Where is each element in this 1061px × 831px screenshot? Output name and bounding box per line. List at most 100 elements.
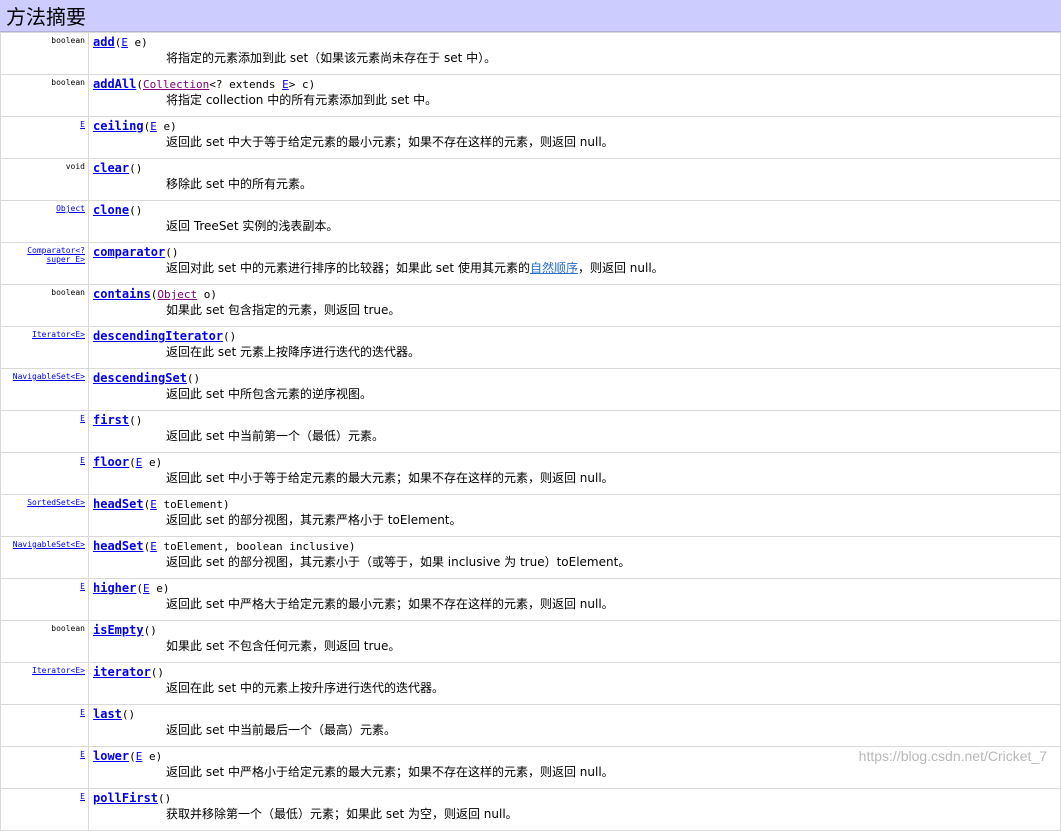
param-type-link[interactable]: Object (157, 288, 197, 301)
param-type-link[interactable]: E (150, 540, 157, 553)
return-type[interactable]: E (80, 120, 85, 129)
param-text: e) (127, 36, 148, 49)
paren: ( (129, 162, 136, 175)
table-row: Iterator<E> descendingIterator() 返回在此 set … (0, 326, 1061, 369)
method-name-link[interactable]: descendingIterator (93, 329, 223, 343)
description-text: 返回此 set 的部分视图，其元素小于（或等于，如果 inclusive 为 t… (166, 555, 631, 569)
method-signature: descendingIterator() (93, 329, 1060, 344)
return-type-cell: E (0, 704, 89, 747)
method-name-link[interactable]: descendingSet (93, 371, 187, 385)
param-text: ) (164, 792, 172, 805)
method-description: 返回此 set 中当前第一个（最低）元素。 (166, 428, 1060, 445)
param-type-link[interactable]: E (143, 582, 150, 595)
method-cell: higher(E e) 返回此 set 中严格大于给定元素的最小元素；如果不存在这… (88, 578, 1061, 621)
method-cell: clone() 返回 TreeSet 实例的浅表副本。 (88, 200, 1061, 243)
method-name-link[interactable]: ceiling (93, 119, 144, 133)
method-signature: pollFirst() (93, 791, 1060, 806)
method-name-link[interactable]: pollFirst (93, 791, 158, 805)
method-cell: last() 返回此 set 中当前最后一个（最高）元素。 (88, 704, 1061, 747)
return-type: boolean (51, 624, 85, 633)
param-type-link[interactable]: E (150, 120, 157, 133)
method-cell: headSet(E toElement) 返回此 set 的部分视图，其元素严格小… (88, 494, 1061, 537)
description-text: 返回此 set 的部分视图，其元素严格小于 toElement。 (166, 513, 462, 527)
return-type[interactable]: E (80, 456, 85, 465)
param-type-link[interactable]: E (150, 498, 157, 511)
return-type[interactable]: Iterator<E> (32, 666, 85, 675)
table-row: boolean isEmpty() 如果此 set 不包含任何元素，则返回 true… (0, 620, 1061, 663)
return-type[interactable]: NavigableSet<E> (13, 372, 85, 381)
return-type[interactable]: NavigableSet<E> (13, 540, 85, 549)
param-text: ) (128, 708, 136, 721)
return-type[interactable]: E (80, 708, 85, 717)
method-name-link[interactable]: clear (93, 161, 129, 175)
table-row: Eceiling(E e) 返回此 set 中大于等于给定元素的最小元素；如果不存… (0, 116, 1061, 159)
return-type[interactable]: E (80, 792, 85, 801)
description-text: 返回对此 set 中的元素进行排序的比较器；如果此 set 使用其元素的 (166, 261, 530, 275)
return-type-cell: Iterator<E> (0, 326, 89, 369)
natural-ordering-link[interactable]: 自然顺序 (530, 261, 578, 275)
method-description: 返回此 set 中当前最后一个（最高）元素。 (166, 722, 1060, 739)
method-name-link[interactable]: add (93, 35, 115, 49)
param-type-link[interactable]: Collection (143, 78, 209, 91)
method-name-link[interactable]: last (93, 707, 122, 721)
return-type-cell: E (0, 116, 89, 159)
method-name-link[interactable]: headSet (93, 497, 144, 511)
method-cell: iterator() 返回在此 set 中的元素上按升序进行迭代的迭代器。 (88, 662, 1061, 705)
method-name-link[interactable]: contains (93, 287, 151, 301)
method-name-link[interactable]: floor (93, 455, 129, 469)
method-signature: clear() (93, 161, 1060, 176)
return-type[interactable]: E (80, 750, 85, 759)
table-row: Efloor(E e) 返回此 set 中小于等于给定元素的最大元素；如果不存在这… (0, 452, 1061, 495)
method-signature: add(E e) (93, 35, 1060, 50)
paren: ( (129, 204, 136, 217)
param-text: <? extends (209, 78, 283, 91)
return-type-cell: E (0, 578, 89, 621)
method-cell: headSet(E toElement, boolean inclusive) 返… (88, 536, 1061, 579)
return-type[interactable]: Iterator<E> (32, 330, 85, 339)
return-type[interactable]: Object (56, 204, 85, 213)
method-description: 返回 TreeSet 实例的浅表副本。 (166, 218, 1060, 235)
return-type-cell: E (0, 410, 89, 453)
return-type-cell: boolean (0, 620, 89, 663)
method-name-link[interactable]: addAll (93, 77, 136, 91)
return-type-cell: E (0, 746, 89, 789)
param-type-link[interactable]: E (121, 36, 128, 49)
method-name-link[interactable]: headSet (93, 539, 144, 553)
method-name-link[interactable]: clone (93, 203, 129, 217)
return-type: boolean (51, 288, 85, 297)
return-type[interactable]: Comparator<? super E> (27, 246, 85, 264)
param-text: ) (229, 330, 237, 343)
method-signature: floor(E e) (93, 455, 1060, 470)
method-description: 返回此 set 的部分视图，其元素小于（或等于，如果 inclusive 为 t… (166, 554, 1060, 571)
method-description: 返回此 set 中所包含元素的逆序视图。 (166, 386, 1060, 403)
description-text: 获取并移除第一个（最低）元素；如果此 set 为空，则返回 null。 (166, 807, 518, 821)
param-text: e) (149, 582, 170, 595)
table-row: Object clone() 返回 TreeSet 实例的浅表副本。 (0, 200, 1061, 243)
method-name-link[interactable]: first (93, 413, 129, 427)
method-cell: floor(E e) 返回此 set 中小于等于给定元素的最大元素；如果不存在这样… (88, 452, 1061, 495)
method-name-link[interactable]: isEmpty (93, 623, 144, 637)
param-type-link[interactable]: E (282, 78, 289, 91)
paren: ( (129, 456, 136, 469)
method-cell: pollFirst() 获取并移除第一个（最低）元素；如果此 set 为空，则返回… (88, 788, 1061, 831)
return-type[interactable]: SortedSet<E> (27, 498, 85, 507)
return-type[interactable]: E (80, 414, 85, 423)
table-row: Ehigher(E e) 返回此 set 中严格大于给定元素的最小元素；如果不存在… (0, 578, 1061, 621)
method-name-link[interactable]: lower (93, 749, 129, 763)
table-row: boolean add(E e) 将指定的元素添加到此 set（如果该元素尚未存在于… (0, 32, 1061, 75)
method-name-link[interactable]: comparator (93, 245, 165, 259)
return-type-cell: Iterator<E> (0, 662, 89, 705)
method-name-link[interactable]: higher (93, 581, 136, 595)
return-type-cell: boolean (0, 284, 89, 327)
param-text: ) (150, 624, 157, 637)
method-cell: first() 返回此 set 中当前第一个（最低）元素。 (88, 410, 1061, 453)
table-row: EpollFirst() 获取并移除第一个（最低）元素；如果此 set 为空，则返… (0, 788, 1061, 831)
method-description: 如果此 set 包含指定的元素，则返回 true。 (166, 302, 1060, 319)
return-type[interactable]: E (80, 582, 85, 591)
table-row: void clear() 移除此 set 中的所有元素。 (0, 158, 1061, 201)
method-cell: clear() 移除此 set 中的所有元素。 (88, 158, 1061, 201)
method-name-link[interactable]: iterator (93, 665, 151, 679)
method-signature: isEmpty() (93, 623, 1060, 638)
method-signature: addAll(Collection<? extends E> c) (93, 77, 1060, 92)
section-title: 方法摘要 (6, 5, 86, 29)
